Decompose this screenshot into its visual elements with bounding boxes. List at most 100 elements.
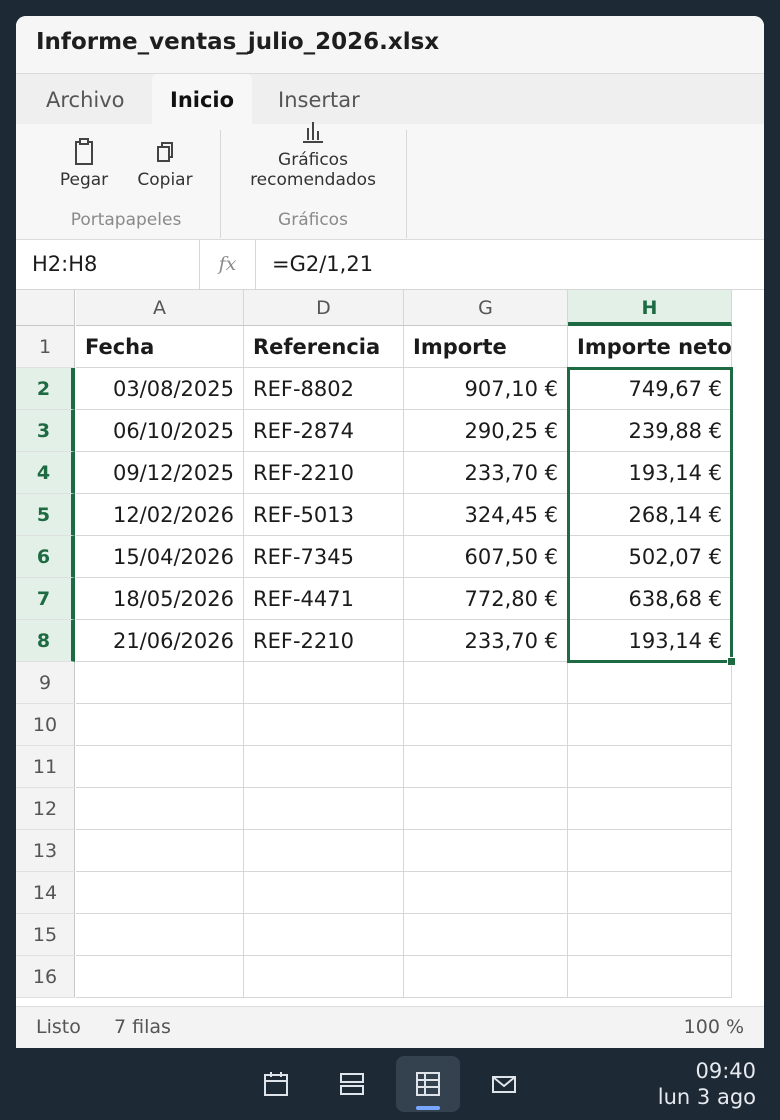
- tab-inicio[interactable]: Inicio: [152, 74, 253, 124]
- taskbar-spreadsheet-button[interactable]: [396, 1056, 460, 1112]
- row-header-5[interactable]: 5: [16, 494, 75, 536]
- cell-g10[interactable]: [404, 704, 568, 746]
- cell-h8[interactable]: 193,14 €: [568, 620, 732, 662]
- cell-d6[interactable]: REF-7345: [244, 536, 404, 578]
- cell-d3[interactable]: REF-2874: [244, 410, 404, 452]
- cell-g7[interactable]: 772,80 €: [404, 578, 568, 620]
- column-header-d[interactable]: D: [244, 290, 404, 326]
- cell-h9[interactable]: [568, 662, 732, 704]
- copy-button[interactable]: Copiar: [132, 138, 198, 190]
- cell-h16[interactable]: [568, 956, 732, 998]
- cell-d16[interactable]: [244, 956, 404, 998]
- cell-a11[interactable]: [76, 746, 244, 788]
- cell-h12[interactable]: [568, 788, 732, 830]
- cell-g3[interactable]: 290,25 €: [404, 410, 568, 452]
- tab-archivo[interactable]: Archivo: [28, 74, 143, 124]
- cell-h15[interactable]: [568, 914, 732, 956]
- cell-a7[interactable]: 18/05/2026: [76, 578, 244, 620]
- cell-h3[interactable]: 239,88 €: [568, 410, 732, 452]
- cell-g2[interactable]: 907,10 €: [404, 368, 568, 410]
- cell-h13[interactable]: [568, 830, 732, 872]
- formula-input[interactable]: =G2/1,21: [272, 240, 373, 289]
- taskbar-calendar-button[interactable]: [244, 1056, 308, 1112]
- cell-g6[interactable]: 607,50 €: [404, 536, 568, 578]
- cell-g1[interactable]: Importe: [404, 326, 568, 368]
- cell-a4[interactable]: 09/12/2025: [76, 452, 244, 494]
- row-header-9[interactable]: 9: [16, 662, 75, 704]
- row-header-12[interactable]: 12: [16, 788, 75, 830]
- column-header-a[interactable]: A: [76, 290, 244, 326]
- cell-g5[interactable]: 324,45 €: [404, 494, 568, 536]
- cell-a12[interactable]: [76, 788, 244, 830]
- select-all-corner[interactable]: [16, 290, 75, 326]
- cell-g4[interactable]: 233,70 €: [404, 452, 568, 494]
- recommended-charts-button[interactable]: Gráficos recomendados: [238, 120, 388, 190]
- row-header-4[interactable]: 4: [16, 452, 75, 494]
- cell-a13[interactable]: [76, 830, 244, 872]
- cell-g9[interactable]: [404, 662, 568, 704]
- cell-d8[interactable]: REF-2210: [244, 620, 404, 662]
- cell-d5[interactable]: REF-5013: [244, 494, 404, 536]
- cell-g15[interactable]: [404, 914, 568, 956]
- row-header-6[interactable]: 6: [16, 536, 75, 578]
- name-box[interactable]: H2:H8: [16, 240, 200, 289]
- row-header-11[interactable]: 11: [16, 746, 75, 788]
- cell-a1[interactable]: Fecha: [76, 326, 244, 368]
- row-header-1[interactable]: 1: [16, 326, 75, 368]
- cell-d13[interactable]: [244, 830, 404, 872]
- cell-h14[interactable]: [568, 872, 732, 914]
- cell-g13[interactable]: [404, 830, 568, 872]
- cell-h5[interactable]: 268,14 €: [568, 494, 732, 536]
- cell-a9[interactable]: [76, 662, 244, 704]
- row-header-14[interactable]: 14: [16, 872, 75, 914]
- cell-g14[interactable]: [404, 872, 568, 914]
- cell-h1[interactable]: Importe neto: [568, 326, 732, 368]
- cell-d1[interactable]: Referencia: [244, 326, 404, 368]
- cell-h6[interactable]: 502,07 €: [568, 536, 732, 578]
- cell-h7[interactable]: 638,68 €: [568, 578, 732, 620]
- row-header-10[interactable]: 10: [16, 704, 75, 746]
- cell-g12[interactable]: [404, 788, 568, 830]
- system-clock[interactable]: 09:40 lun 3 ago: [658, 1058, 756, 1110]
- cell-d11[interactable]: [244, 746, 404, 788]
- taskbar-mail-button[interactable]: [472, 1056, 536, 1112]
- cell-d12[interactable]: [244, 788, 404, 830]
- paste-button[interactable]: Pegar: [52, 138, 116, 190]
- cell-g11[interactable]: [404, 746, 568, 788]
- sheet-grid[interactable]: A D G H 1 Fecha Referencia Importe Importe neto 2…: [16, 290, 764, 1006]
- cell-h2[interactable]: 749,67 €: [568, 368, 732, 410]
- cell-d4[interactable]: REF-2210: [244, 452, 404, 494]
- zoom-level[interactable]: 100 %: [684, 1016, 744, 1038]
- row-header-13[interactable]: 13: [16, 830, 75, 872]
- cell-h10[interactable]: [568, 704, 732, 746]
- row-header-3[interactable]: 3: [16, 410, 75, 452]
- cell-a15[interactable]: [76, 914, 244, 956]
- fill-handle[interactable]: [727, 657, 736, 666]
- cell-d2[interactable]: REF-8802: [244, 368, 404, 410]
- column-header-h[interactable]: H: [568, 290, 732, 326]
- column-header-g[interactable]: G: [404, 290, 568, 326]
- cell-a6[interactable]: 15/04/2026: [76, 536, 244, 578]
- cell-d10[interactable]: [244, 704, 404, 746]
- cell-a2[interactable]: 03/08/2025: [76, 368, 244, 410]
- cell-d15[interactable]: [244, 914, 404, 956]
- row-header-2[interactable]: 2: [16, 368, 75, 410]
- cell-a16[interactable]: [76, 956, 244, 998]
- cell-a8[interactable]: 21/06/2026: [76, 620, 244, 662]
- cell-a10[interactable]: [76, 704, 244, 746]
- taskbar-layout-button[interactable]: [320, 1056, 384, 1112]
- cell-d7[interactable]: REF-4471: [244, 578, 404, 620]
- row-header-16[interactable]: 16: [16, 956, 75, 998]
- row-header-8[interactable]: 8: [16, 620, 75, 662]
- tab-insertar[interactable]: Insertar: [260, 74, 378, 124]
- cell-a14[interactable]: [76, 872, 244, 914]
- row-header-15[interactable]: 15: [16, 914, 75, 956]
- cell-a5[interactable]: 12/02/2026: [76, 494, 244, 536]
- cell-a3[interactable]: 06/10/2025: [76, 410, 244, 452]
- cell-h11[interactable]: [568, 746, 732, 788]
- cell-g16[interactable]: [404, 956, 568, 998]
- cell-d14[interactable]: [244, 872, 404, 914]
- cell-d9[interactable]: [244, 662, 404, 704]
- cell-h4[interactable]: 193,14 €: [568, 452, 732, 494]
- row-header-7[interactable]: 7: [16, 578, 75, 620]
